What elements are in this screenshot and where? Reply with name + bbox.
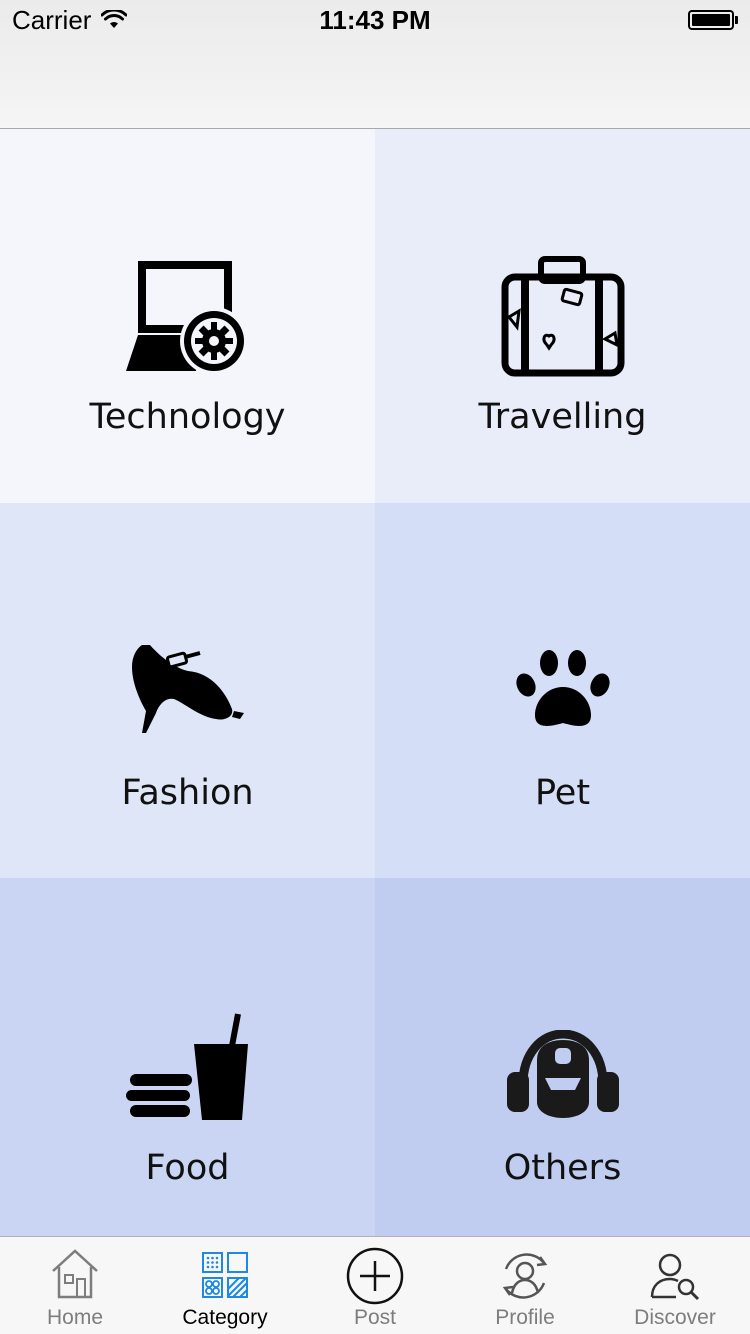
burger-drink-icon	[125, 1013, 248, 1120]
headphones-person-icon	[506, 1030, 619, 1118]
tab-label: Discover	[634, 1306, 716, 1329]
tab-home[interactable]: Home	[0, 1237, 150, 1334]
status-left: Carrier	[12, 4, 128, 36]
tab-profile[interactable]: Profile	[450, 1237, 600, 1334]
category-pet[interactable]: Pet	[375, 503, 750, 878]
category-fashion[interactable]: Fashion	[0, 503, 375, 878]
category-grid: Technology Travelling Fashion Pet Food O…	[0, 129, 750, 1236]
tab-post[interactable]: Post	[300, 1237, 450, 1334]
suitcase-icon	[501, 256, 624, 377]
tab-label: Home	[46, 1306, 104, 1329]
profile-refresh-icon	[502, 1253, 548, 1299]
wifi-icon	[101, 10, 128, 28]
category-others[interactable]: Others	[375, 878, 750, 1236]
battery-icon	[688, 10, 738, 30]
category-label: Others	[503, 1148, 622, 1188]
home-icon	[52, 1249, 98, 1299]
tab-label: Profile	[495, 1306, 555, 1329]
category-food[interactable]: Food	[0, 878, 375, 1236]
category-label: Food	[145, 1148, 230, 1188]
category-label: Pet	[534, 773, 591, 813]
category-label: Travelling	[478, 397, 647, 437]
carrier-label: Carrier	[12, 4, 92, 35]
status-bar: Carrier 11:43 PM	[0, 0, 750, 40]
category-label: Fashion	[121, 773, 254, 813]
category-grid-icon	[202, 1252, 248, 1298]
tab-label: Post	[353, 1306, 397, 1329]
tab-discover[interactable]: Discover	[600, 1237, 750, 1334]
tab-label: Category	[182, 1306, 268, 1329]
category-label: Technology	[89, 397, 286, 437]
tab-bar: Home Category Post Profile Discover	[0, 1236, 750, 1334]
paw-icon	[515, 650, 610, 726]
laptop-gear-icon	[125, 261, 248, 375]
category-travelling[interactable]: Travelling	[375, 129, 750, 503]
tab-category[interactable]: Category	[150, 1237, 300, 1334]
category-technology[interactable]: Technology	[0, 129, 375, 503]
high-heel-shoe-icon	[131, 645, 244, 733]
user-search-icon	[650, 1253, 700, 1301]
plus-circle-icon	[346, 1247, 404, 1305]
